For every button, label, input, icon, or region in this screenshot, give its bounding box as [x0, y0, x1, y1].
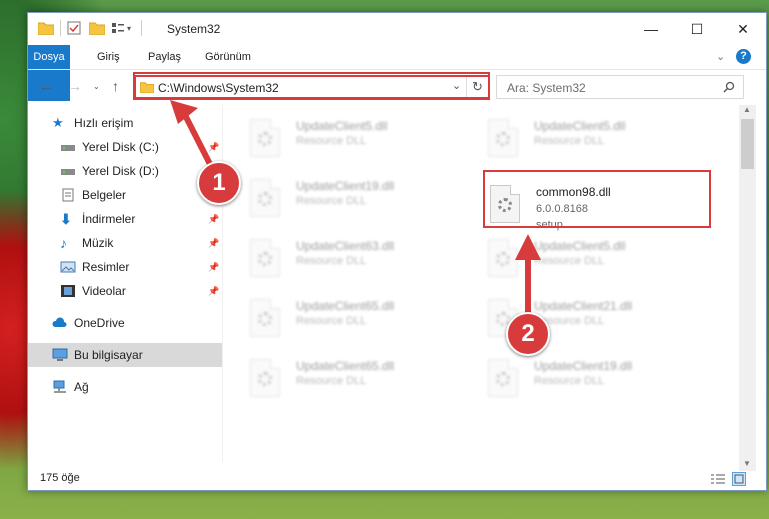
- step-badge-2: 2: [506, 312, 550, 356]
- annotation-arrows: [170, 100, 541, 326]
- step-badge-1: 1: [197, 161, 241, 205]
